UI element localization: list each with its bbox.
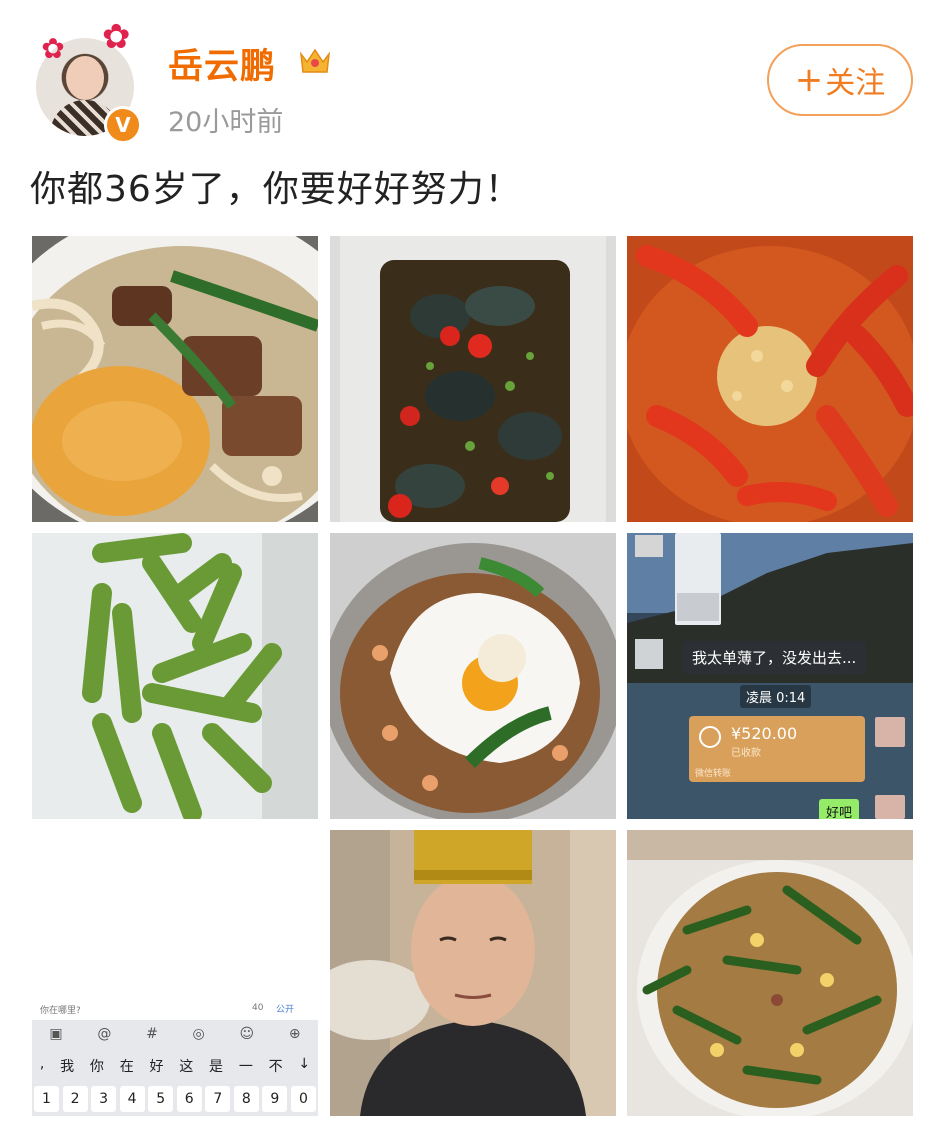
verified-badge-icon: V (104, 106, 142, 144)
hash-icon: # (146, 1026, 158, 1042)
keyboard-toolbar: ▣ @ # ◎ ☺ ⊕ (32, 1026, 318, 1046)
emoji-icon: ☺ (239, 1026, 255, 1042)
suggestion: ↓ (298, 1056, 311, 1072)
username[interactable]: 岳云鹏 (168, 38, 276, 89)
gif-icon: ◎ (192, 1026, 205, 1042)
preserved-egg-photo[interactable] (330, 236, 616, 522)
transfer-card: ¥520.00 已收款 微信转账 (689, 716, 865, 782)
char-count: 40 (252, 1003, 264, 1013)
digit-key: 2 (62, 1086, 88, 1112)
suggestion-row: , 我 你 在 好 这 是 一 不 ↓ (32, 1056, 318, 1076)
digit-key: 9 (262, 1086, 288, 1112)
digit-row: 1 2 3 4 5 6 7 8 9 0 (34, 1086, 316, 1112)
chat-message: 我太单薄了，没发出去... (682, 641, 867, 674)
plus-icon: + (794, 60, 824, 100)
check-icon (699, 726, 721, 748)
plus-icon: ⊕ (288, 1026, 301, 1042)
digit-key: 1 (34, 1086, 59, 1112)
flower-decoration-icon: ✿ (102, 17, 131, 57)
location-label: 你在哪里? (40, 1006, 81, 1016)
flower-decoration-icon: ✿ (41, 32, 65, 65)
suggestion: 不 (268, 1059, 283, 1075)
digit-key: 3 (91, 1086, 117, 1112)
crown-icon (299, 48, 331, 73)
digit-key: 4 (119, 1086, 145, 1112)
digit-key: 8 (233, 1086, 259, 1112)
suggestion: 这 (179, 1059, 194, 1075)
edamame-photo[interactable] (32, 533, 318, 819)
follow-button[interactable]: + 关注 (767, 44, 913, 116)
image-icon: ▣ (49, 1026, 63, 1042)
at-icon: @ (97, 1026, 112, 1042)
chat-screenshot-photo[interactable]: 我太单薄了，没发出去... 凌晨 0:14 ¥520.00 已收款 微信转账 好… (627, 533, 913, 819)
digit-key: 5 (148, 1086, 174, 1112)
noodle-soup-photo[interactable] (32, 236, 318, 522)
visibility-label: 公开 (276, 1005, 295, 1015)
digit-key: 0 (290, 1086, 316, 1112)
digit-key: 6 (176, 1086, 202, 1112)
transfer-status: 已收款 (731, 748, 761, 759)
chat-reply: 好吧 (819, 799, 860, 819)
suggestion: 你 (89, 1059, 104, 1075)
compose-status-bar: 你在哪里? 40 公开 (32, 998, 318, 1020)
suggestion: 一 (238, 1059, 253, 1075)
avatar-face (66, 56, 104, 100)
chat-time: 凌晨 0:14 (740, 685, 812, 708)
suggestion: 好 (149, 1059, 164, 1075)
post-header: ✿ ✿ V 岳云鹏 20小时前 + 关注 (0, 0, 945, 150)
post-text: 你都36岁了，你要好好努力！ (30, 169, 522, 210)
suggestion: 在 (119, 1059, 134, 1075)
stir-fried-noodles-photo[interactable] (627, 830, 913, 1116)
crayfish-photo[interactable] (627, 236, 913, 522)
suggestion: 是 (209, 1059, 224, 1075)
suggestion: 我 (60, 1059, 75, 1075)
keyboard: 你在哪里? 40 公开 ▣ @ # ◎ ☺ ⊕ , 我 你 在 好 这 是 一 … (32, 998, 318, 1116)
suggestion: , (39, 1056, 45, 1072)
post-timestamp: 20小时前 (168, 107, 284, 138)
keyboard-screenshot-photo[interactable]: 你在哪里? 40 公开 ▣ @ # ◎ ☺ ⊕ , 我 你 在 好 这 是 一 … (32, 830, 318, 1116)
transfer-amount: ¥520.00 (731, 724, 798, 743)
transfer-footer: 微信转账 (695, 769, 732, 779)
selfie-photo[interactable] (330, 830, 616, 1116)
fried-egg-rice-photo[interactable] (330, 533, 616, 819)
follow-label: 关注 (825, 66, 886, 101)
digit-key: 7 (205, 1086, 231, 1112)
